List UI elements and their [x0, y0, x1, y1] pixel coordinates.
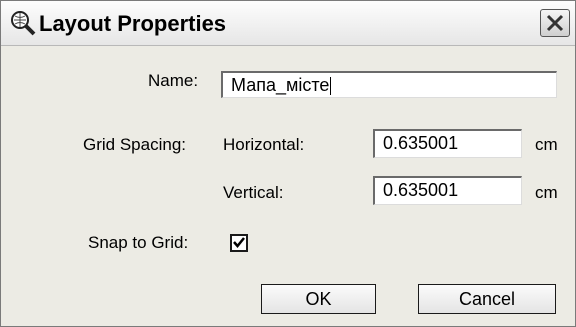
snap-to-grid-checkbox[interactable] — [230, 234, 248, 252]
magnifier-globe-icon — [9, 9, 37, 37]
name-label: Name: — [148, 71, 199, 90]
name-field[interactable]: Мапа_місте — [221, 71, 557, 98]
text-cursor — [330, 77, 332, 96]
horizontal-unit: cm — [535, 135, 558, 154]
vertical-spacing-field[interactable]: 0.635001 — [373, 176, 522, 205]
close-icon — [546, 14, 564, 32]
name-value: Мапа_місте — [231, 75, 330, 95]
horizontal-label: Horizontal: — [223, 135, 305, 154]
checkmark-icon — [233, 237, 245, 248]
horizontal-value: 0.635001 — [383, 133, 459, 153]
ok-button[interactable]: OK — [261, 284, 376, 314]
cancel-button[interactable]: Cancel — [418, 284, 556, 314]
grid-spacing-label: Grid Spacing: — [83, 135, 186, 154]
title-bar[interactable]: Layout Properties — [1, 1, 575, 46]
dialog-title: Layout Properties — [39, 11, 227, 36]
snap-to-grid-label: Snap to Grid: — [88, 233, 189, 252]
close-button[interactable] — [540, 9, 570, 37]
horizontal-spacing-field[interactable]: 0.635001 — [373, 129, 522, 158]
vertical-value: 0.635001 — [383, 180, 459, 200]
vertical-label: Vertical: — [223, 183, 284, 202]
layout-properties-dialog: Layout Properties Name: Мапа_місте Grid … — [0, 0, 576, 327]
vertical-unit: cm — [535, 183, 558, 202]
